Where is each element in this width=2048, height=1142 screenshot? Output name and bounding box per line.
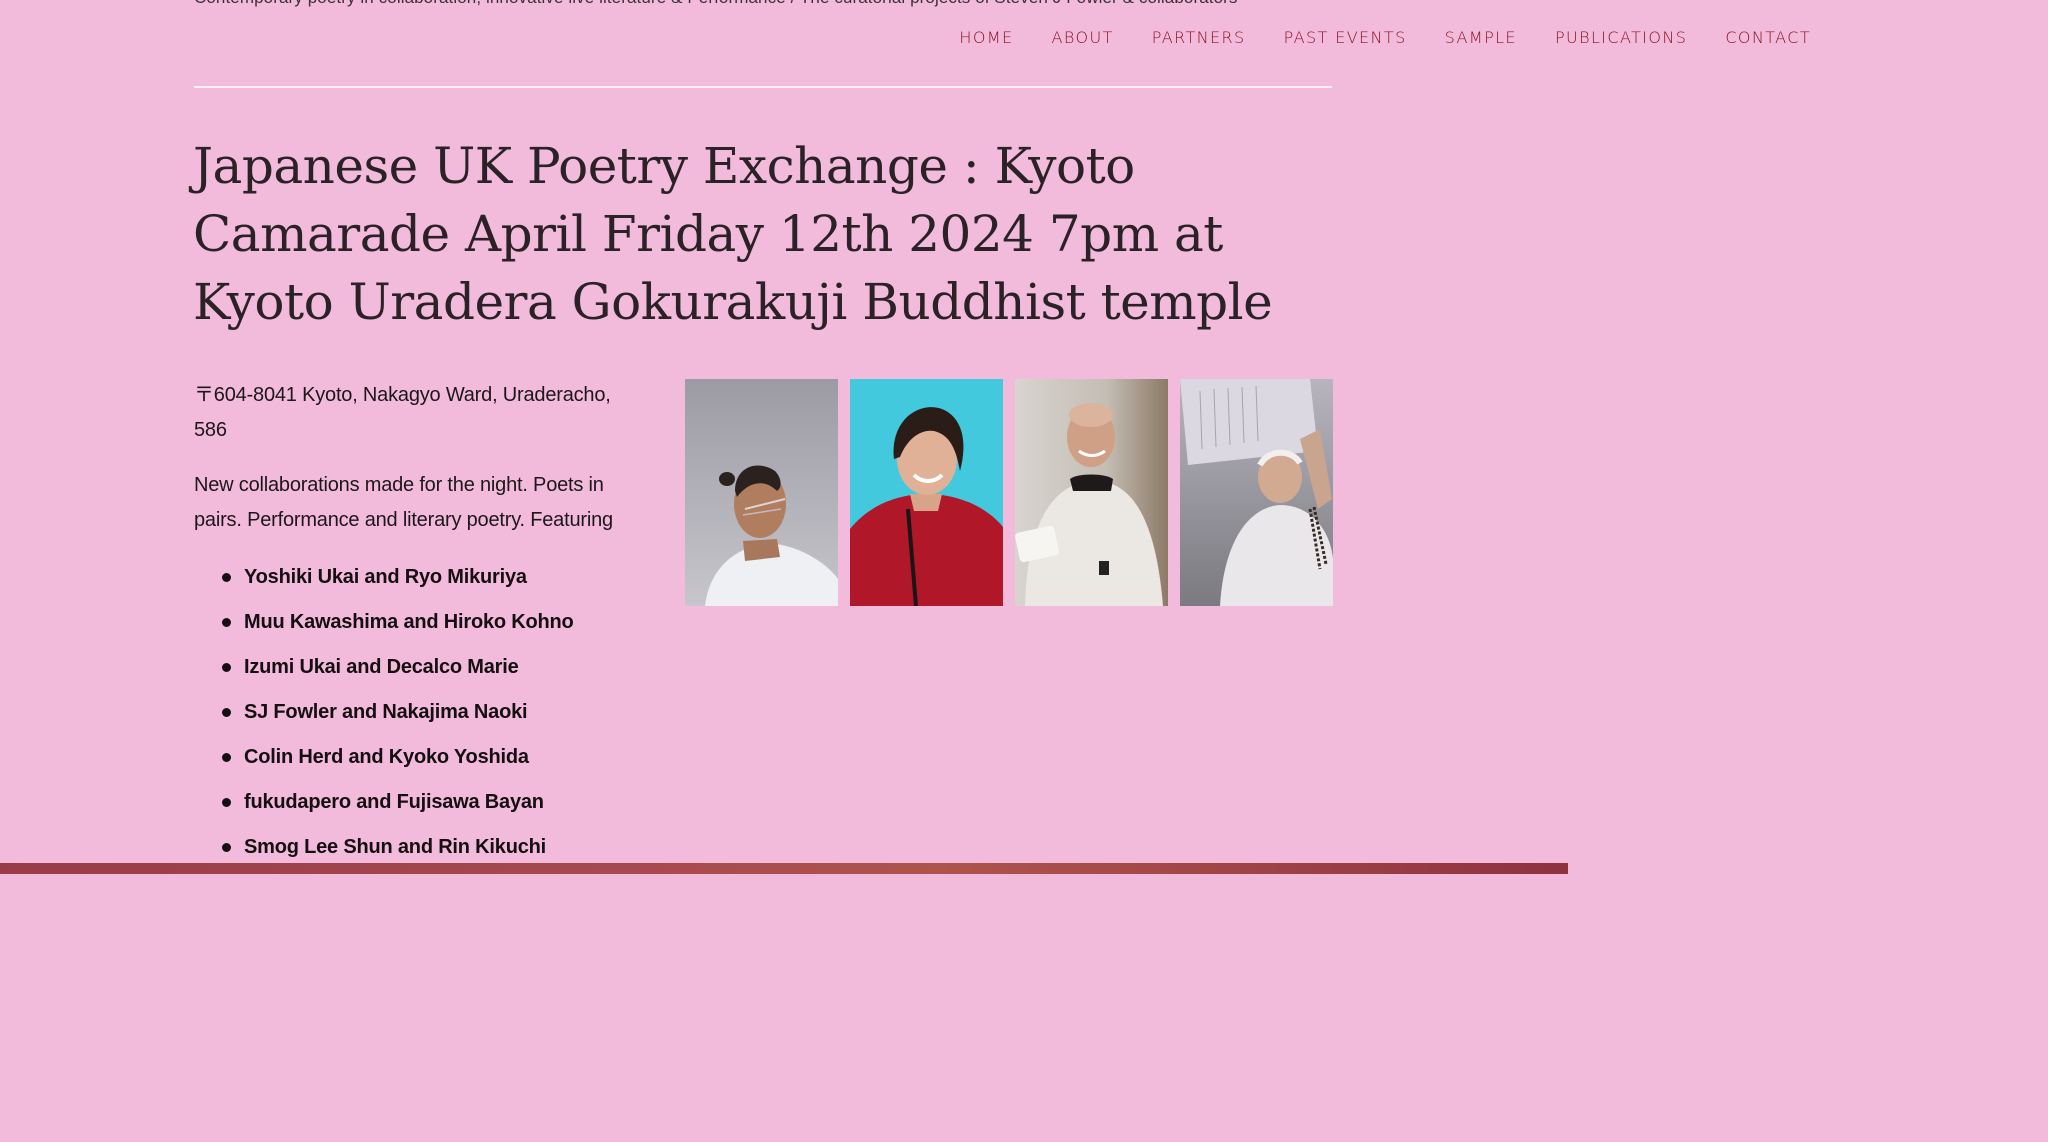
poet-photo-4[interactable]: [1180, 379, 1333, 606]
bullet-icon: [222, 843, 231, 852]
nav-past-events[interactable]: PAST EVENTS: [1284, 28, 1407, 47]
bullet-icon: [222, 708, 231, 717]
list-item: Yoshiki Ukai and Ryo Mikuriya: [194, 558, 634, 603]
nav-partners[interactable]: PARTNERS: [1152, 28, 1246, 47]
pair-label: Izumi Ukai and Decalco Marie: [244, 656, 519, 678]
header-divider: [194, 86, 1332, 88]
pair-label: Muu Kawashima and Hiroko Kohno: [244, 611, 574, 633]
bullet-icon: [222, 798, 231, 807]
nav-about[interactable]: ABOUT: [1052, 28, 1114, 47]
list-item: Izumi Ukai and Decalco Marie: [194, 648, 634, 693]
bullet-icon: [222, 573, 231, 582]
list-item: Muu Kawashima and Hiroko Kohno: [194, 603, 634, 648]
bullet-icon: [222, 618, 231, 627]
venue-address: 〒604-8041 Kyoto, Nakagyo Ward, Uraderach…: [194, 384, 611, 441]
poet-photo-1[interactable]: [685, 379, 838, 606]
performer-pairs-list: Yoshiki Ukai and Ryo Mikuriya Muu Kawash…: [194, 558, 634, 873]
nav-publications[interactable]: PUBLICATIONS: [1555, 28, 1687, 47]
pair-label: Colin Herd and Kyoko Yoshida: [244, 746, 529, 768]
list-item: SJ Fowler and Nakajima Naoki: [194, 693, 634, 738]
pair-label: Yoshiki Ukai and Ryo Mikuriya: [244, 566, 527, 588]
event-details: 〒604-8041 Kyoto, Nakagyo Ward, Uraderach…: [194, 378, 634, 873]
site-tagline: Contemporary poetry in collaboration, in…: [194, 0, 1334, 8]
nav-contact[interactable]: CONTACT: [1725, 28, 1811, 47]
pair-label: fukudapero and Fujisawa Bayan: [244, 791, 544, 813]
page-title: Japanese UK Poetry Exchange : Kyoto Cama…: [193, 137, 1273, 331]
event-description: New collaborations made for the night. P…: [194, 474, 613, 531]
list-item: fukudapero and Fujisawa Bayan: [194, 783, 634, 828]
bullet-icon: [222, 663, 231, 672]
nav-sample[interactable]: SAMPLE: [1445, 28, 1517, 47]
poet-photo-gallery: [685, 379, 1333, 606]
poet-photo-2[interactable]: [850, 379, 1003, 606]
pair-label: Smog Lee Shun and Rin Kikuchi: [244, 836, 547, 858]
list-item: Colin Herd and Kyoko Yoshida: [194, 738, 634, 783]
footer-strip: [0, 863, 1568, 874]
pair-label: SJ Fowler and Nakajima Naoki: [244, 701, 528, 723]
nav-home[interactable]: HOME: [959, 28, 1013, 47]
bullet-icon: [222, 753, 231, 762]
poet-photo-3[interactable]: [1015, 379, 1168, 606]
main-navigation: HOME ABOUT PARTNERS PAST EVENTS SAMPLE P…: [959, 28, 1811, 47]
